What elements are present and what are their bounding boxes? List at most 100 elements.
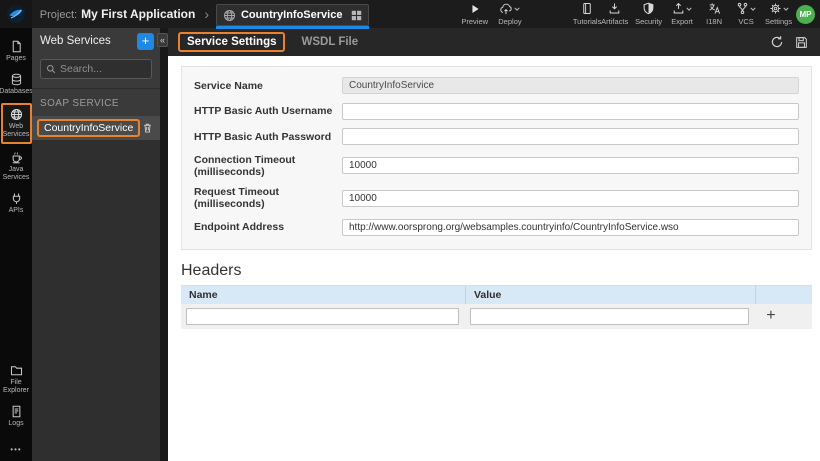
chevron-down-icon (514, 7, 521, 11)
coffee-cup-icon (10, 151, 23, 164)
collapse-panel-button[interactable]: « (157, 33, 168, 47)
form-row: Connection Timeout (milliseconds) (194, 154, 799, 178)
form-row: Endpoint Address (194, 218, 799, 236)
search-icon (46, 64, 56, 74)
wavemaker-logo-icon (0, 0, 32, 28)
field-label: Request Timeout (milliseconds) (194, 186, 279, 210)
tutorials-button[interactable]: Tutorials (573, 2, 601, 26)
git-branch-icon (736, 2, 749, 15)
panel-header: Web Services + (32, 28, 160, 54)
settings-content: Service Name HTTP Basic Auth Username HT… (168, 56, 820, 461)
play-icon (469, 2, 481, 15)
nav-pages[interactable]: Pages (1, 37, 32, 66)
chevron-down-icon (686, 7, 692, 11)
service-list-item[interactable]: CountryInfoService (32, 116, 160, 140)
cloud-upload-icon (499, 3, 513, 15)
download-tray-icon (608, 2, 621, 15)
tab-service-settings[interactable]: Service Settings (178, 32, 286, 52)
service-name-input[interactable] (342, 77, 799, 94)
column-header-name: Name (189, 288, 218, 301)
nav-apis[interactable]: APIs (1, 189, 32, 218)
panel-empty-area (32, 140, 160, 461)
field-label: HTTP Basic Auth Password (194, 130, 332, 143)
selected-service-name[interactable]: CountryInfoService (37, 119, 141, 137)
i18n-button[interactable]: I18N (701, 2, 727, 26)
service-settings-form: Service Name HTTP Basic Auth Username HT… (181, 66, 812, 250)
form-row: Request Timeout (milliseconds) (194, 186, 799, 210)
nav-file-explorer[interactable]: File Explorer (1, 361, 32, 398)
user-avatar[interactable]: MP (795, 4, 815, 24)
search-box[interactable] (40, 59, 152, 79)
left-nav-rail: Pages Databases Web Services Java Servic… (0, 28, 33, 461)
chevron-down-icon (782, 7, 789, 11)
auth-username-input[interactable] (342, 102, 799, 120)
search-area (32, 54, 160, 89)
add-service-button[interactable]: + (137, 32, 154, 50)
header-name-input[interactable] (186, 307, 459, 325)
more-options-icon[interactable]: ••• (10, 445, 21, 454)
headers-table-head: Name Value (181, 285, 812, 304)
plug-icon (10, 192, 23, 205)
trash-icon[interactable] (142, 122, 153, 134)
web-services-panel: Web Services + SOAP SERVICE CountryInfoS… (32, 28, 160, 461)
globe-icon (10, 108, 23, 121)
database-icon (10, 73, 23, 86)
service-editor: Service Settings WSDL File Service Name … (168, 28, 820, 461)
field-label: Endpoint Address (194, 221, 285, 233)
form-row: HTTP Basic Auth Password (194, 128, 799, 145)
connection-timeout-input[interactable] (342, 157, 799, 174)
gear-icon (769, 2, 782, 15)
project-label: Project: (39, 9, 78, 21)
request-timeout-input[interactable] (342, 189, 799, 207)
pages-icon (10, 40, 23, 53)
export-button[interactable]: Export (669, 2, 695, 26)
column-header-actions (755, 285, 812, 304)
soap-service-section-label: SOAP SERVICE (40, 98, 119, 109)
grid-icon[interactable] (351, 10, 362, 21)
security-button[interactable]: Security (635, 2, 662, 26)
nav-web-services[interactable]: Web Services (0, 103, 32, 145)
upload-tray-icon (672, 2, 685, 15)
refresh-icon[interactable] (770, 35, 784, 49)
shield-icon (642, 2, 655, 15)
add-header-button[interactable]: + (766, 308, 775, 324)
headers-section-title: Headers (181, 262, 812, 286)
app-body: Pages Databases Web Services Java Servic… (0, 28, 820, 461)
panel-title: Web Services (40, 35, 111, 47)
log-document-icon (10, 405, 23, 418)
service-tab-label: CountryInfoService (240, 9, 343, 21)
deploy-button[interactable]: Deploy (497, 2, 523, 26)
book-icon (581, 2, 593, 15)
artifacts-button[interactable]: Artifacts (601, 2, 628, 26)
folder-icon (10, 364, 23, 377)
globe-icon (223, 9, 236, 22)
vcs-button[interactable]: VCS (733, 2, 759, 26)
settings-button[interactable]: Settings (765, 2, 792, 26)
save-icon[interactable] (795, 36, 808, 49)
nav-java-services[interactable]: Java Services (1, 148, 32, 185)
app-window: Project: My First Application › CountryI… (0, 0, 820, 461)
nav-databases[interactable]: Databases (0, 70, 33, 99)
project-breadcrumb: Project: My First Application (40, 7, 196, 21)
panel-divider: « (157, 28, 168, 461)
column-header-value: Value (464, 285, 755, 304)
header-value-input[interactable] (469, 307, 750, 325)
auth-password-input[interactable] (342, 128, 799, 145)
search-input[interactable] (60, 63, 146, 75)
tab-wsdl-file[interactable]: WSDL File (301, 36, 358, 48)
top-bar: Project: My First Application › CountryI… (0, 0, 820, 29)
open-service-tab[interactable]: CountryInfoService (215, 4, 370, 29)
nav-logs[interactable]: Logs (1, 402, 32, 431)
project-name: My First Application (81, 7, 196, 21)
chevron-down-icon (750, 7, 756, 11)
field-label: HTTP Basic Auth Username (194, 105, 333, 117)
editor-tab-bar: Service Settings WSDL File (168, 28, 820, 56)
header-entry-row: + (181, 303, 812, 329)
endpoint-address-input[interactable] (342, 218, 799, 236)
form-row: Service Name (194, 77, 799, 94)
preview-button[interactable]: Preview (461, 2, 488, 26)
headers-table: Name Value + (181, 285, 812, 329)
form-row: HTTP Basic Auth Username (194, 102, 799, 120)
field-label: Service Name (194, 79, 263, 92)
breadcrumb-chevron-icon: › (204, 6, 209, 22)
